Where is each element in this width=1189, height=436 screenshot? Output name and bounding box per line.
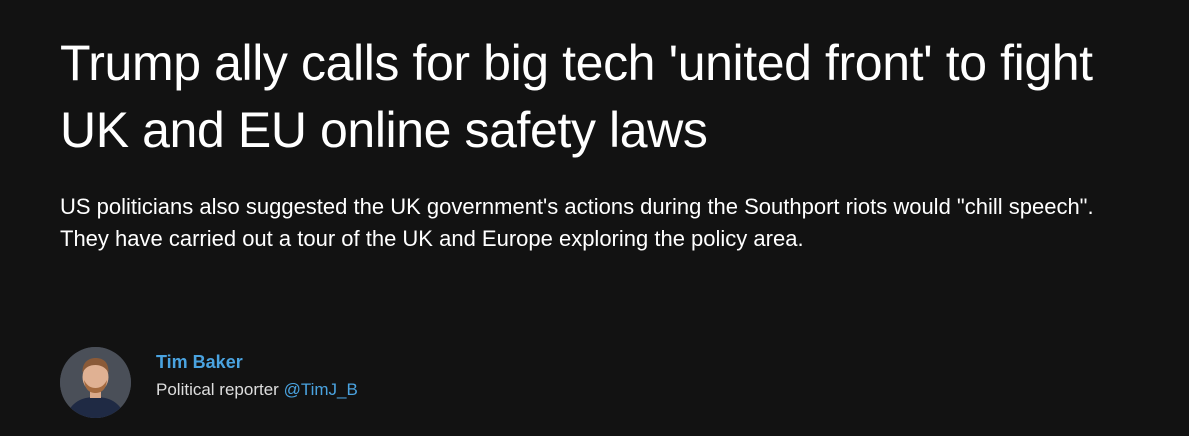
article-header: Trump ally calls for big tech 'united fr…: [60, 30, 1140, 255]
standfirst: US politicians also suggested the UK gov…: [60, 194, 1094, 251]
person-avatar-icon: [60, 347, 131, 418]
headline: Trump ally calls for big tech 'united fr…: [60, 35, 1093, 158]
author-avatar[interactable]: [60, 347, 131, 418]
byline-text: Tim Baker Political reporter @TimJ_B: [156, 350, 358, 402]
author-name-link[interactable]: Tim Baker: [156, 350, 358, 374]
author-role: Political reporter: [156, 379, 284, 399]
author-meta: Political reporter @TimJ_B: [156, 378, 358, 402]
byline: Tim Baker Political reporter @TimJ_B: [60, 347, 358, 418]
author-handle-link[interactable]: @TimJ_B: [284, 380, 358, 399]
